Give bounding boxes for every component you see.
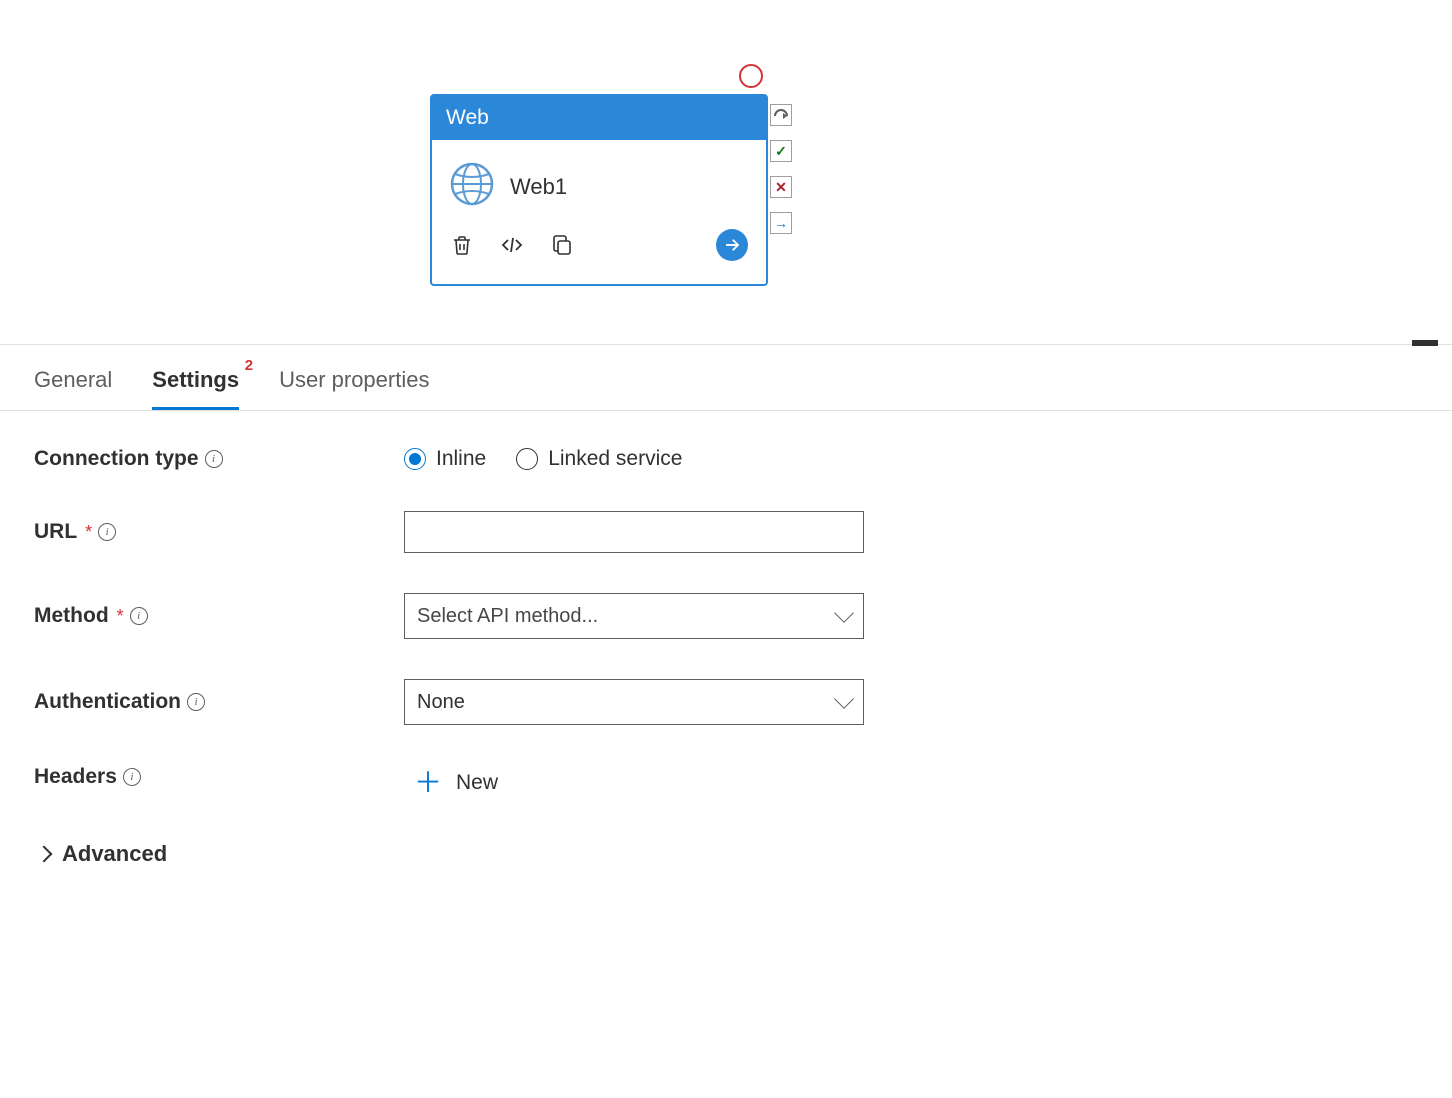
settings-form: Connection type i Inline Linked service … xyxy=(0,411,1452,903)
activity-type-header: Web xyxy=(432,96,766,140)
delete-icon[interactable] xyxy=(450,233,474,257)
radio-linked-service[interactable]: Linked service xyxy=(516,447,682,471)
activity-card[interactable]: Web Web1 xyxy=(430,94,768,286)
tab-general[interactable]: General xyxy=(34,367,112,410)
chevron-right-icon xyxy=(36,846,53,863)
activity-body: Web1 xyxy=(432,140,766,221)
info-icon[interactable]: i xyxy=(130,607,148,625)
collapse-handle[interactable] xyxy=(1412,340,1438,346)
connection-type-radio-group: Inline Linked service xyxy=(404,447,864,471)
connector-skip[interactable]: → xyxy=(770,212,792,234)
code-icon[interactable] xyxy=(500,233,524,257)
required-marker: * xyxy=(85,522,92,543)
connector-failure[interactable]: ✕ xyxy=(770,176,792,198)
tab-settings-badge: 2 xyxy=(245,357,253,374)
url-input[interactable] xyxy=(404,511,864,553)
chevron-down-icon xyxy=(834,603,854,623)
connector-side-boxes: ✓ ✕ → xyxy=(770,104,792,234)
info-icon[interactable]: i xyxy=(187,693,205,711)
row-method: Method * i Select API method... xyxy=(34,593,1418,639)
connector-success[interactable]: ✓ xyxy=(770,140,792,162)
tab-user-properties[interactable]: User properties xyxy=(279,367,429,410)
row-authentication: Authentication i None xyxy=(34,679,1418,725)
row-headers: Headers i ＋ New xyxy=(34,765,1418,801)
label-connection-type: Connection type i xyxy=(34,447,404,471)
validation-indicator xyxy=(739,64,763,88)
activity-name: Web1 xyxy=(510,174,567,200)
connector-undo[interactable] xyxy=(770,104,792,126)
label-authentication: Authentication i xyxy=(34,690,404,714)
label-method: Method * i xyxy=(34,604,404,628)
info-icon[interactable]: i xyxy=(123,768,141,786)
canvas-area[interactable]: Web Web1 xyxy=(0,0,1452,345)
row-connection-type: Connection type i Inline Linked service xyxy=(34,447,1418,471)
chevron-down-icon xyxy=(834,689,854,709)
label-headers: Headers i xyxy=(34,765,404,789)
info-icon[interactable]: i xyxy=(98,523,116,541)
info-icon[interactable]: i xyxy=(205,450,223,468)
advanced-toggle[interactable]: Advanced xyxy=(34,841,1418,867)
execute-icon[interactable] xyxy=(716,229,748,261)
authentication-select[interactable]: None xyxy=(404,679,864,725)
row-url: URL * i xyxy=(34,511,1418,553)
method-select[interactable]: Select API method... xyxy=(404,593,864,639)
activity-type-label: Web xyxy=(446,106,489,129)
required-marker: * xyxy=(117,606,124,627)
globe-icon xyxy=(450,162,494,211)
copy-icon[interactable] xyxy=(550,233,574,257)
tabs: General Settings 2 User properties xyxy=(0,345,1452,411)
plus-icon: ＋ xyxy=(414,769,442,797)
label-url: URL * i xyxy=(34,520,404,544)
add-header-button[interactable]: ＋ New xyxy=(404,765,864,801)
tab-settings-label: Settings xyxy=(152,367,239,392)
tab-settings[interactable]: Settings 2 xyxy=(152,367,239,410)
activity-toolbar xyxy=(432,221,766,273)
radio-inline[interactable]: Inline xyxy=(404,447,486,471)
